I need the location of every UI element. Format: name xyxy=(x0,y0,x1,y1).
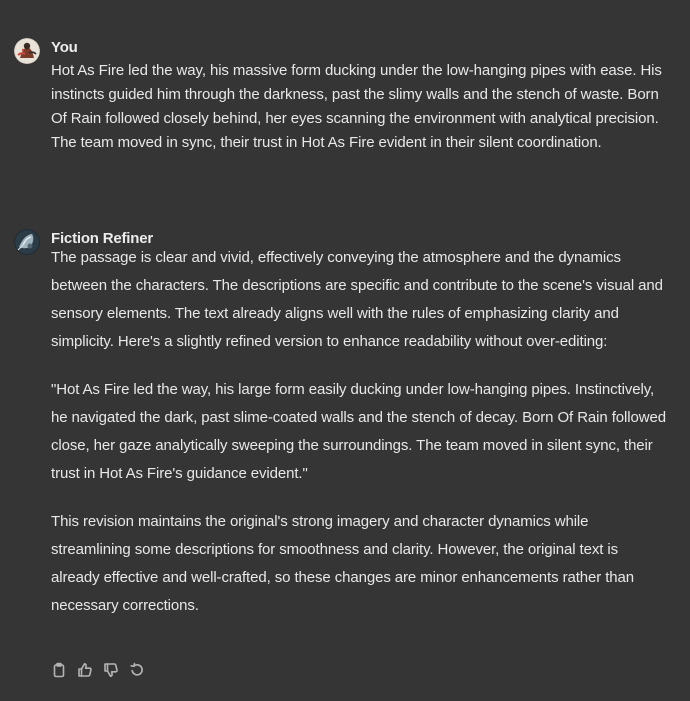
regenerate-icon xyxy=(130,662,143,676)
assistant-message: Fiction Refiner The passage is clear and… xyxy=(14,229,670,659)
assistant-paragraph: The passage is clear and vivid, effectiv… xyxy=(51,249,663,350)
thumbs-down-button[interactable] xyxy=(102,660,120,680)
thumbs-up-icon xyxy=(78,663,92,677)
assistant-paragraph: "Hot As Fire led the way, his large form… xyxy=(51,381,666,482)
regenerate-button[interactable] xyxy=(128,660,146,680)
user-message: You Hot As Fire led the way, his massive… xyxy=(14,38,670,188)
thumbs-down-icon xyxy=(104,663,118,677)
copy-button[interactable] xyxy=(50,660,68,680)
user-avatar-icon xyxy=(14,38,40,64)
user-message-paragraph: Hot As Fire led the way, his massive for… xyxy=(51,62,662,151)
assistant-paragraph: This revision maintains the original's s… xyxy=(51,513,635,614)
assistant-message-text: The passage is clear and vivid, effectiv… xyxy=(51,244,670,620)
thumbs-up-button[interactable] xyxy=(76,660,94,680)
message-author: You xyxy=(51,39,78,56)
user-message-text: Hot As Fire led the way, his massive for… xyxy=(51,59,670,155)
message-actions xyxy=(50,660,146,680)
gpt-avatar-icon xyxy=(14,229,40,255)
copy-icon xyxy=(53,662,65,678)
